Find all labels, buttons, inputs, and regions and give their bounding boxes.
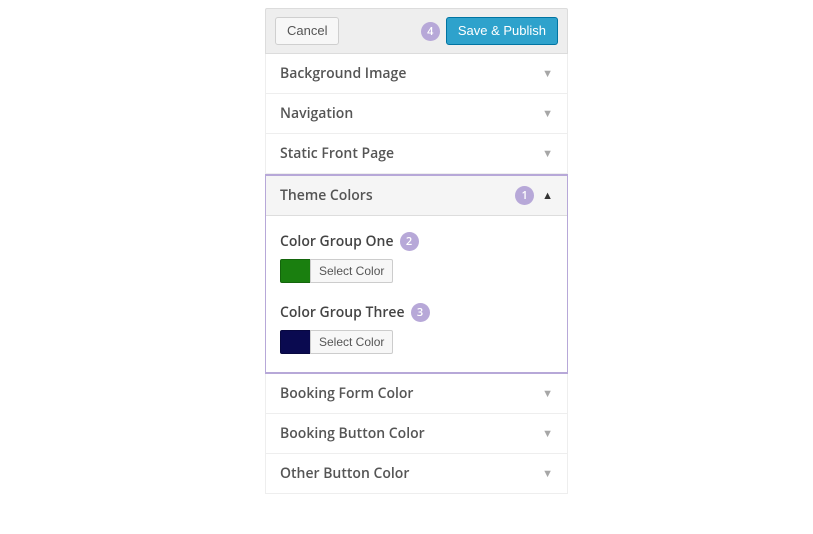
section-title: Background Image bbox=[280, 64, 406, 83]
header-bar: Cancel 4 Save & Publish bbox=[265, 8, 568, 54]
select-color-button[interactable]: Select Color bbox=[310, 330, 393, 354]
step-badge-4: 4 bbox=[421, 22, 440, 41]
section-title: Booking Form Color bbox=[280, 384, 413, 403]
color-swatch[interactable] bbox=[280, 259, 310, 283]
color-picker-row: Select Color bbox=[280, 259, 553, 283]
section-theme-colors[interactable]: Theme Colors 1 ▲ bbox=[266, 176, 567, 216]
chevron-down-icon: ▼ bbox=[542, 386, 553, 401]
section-other-button-color[interactable]: Other Button Color ▼ bbox=[266, 454, 567, 494]
select-color-button[interactable]: Select Color bbox=[310, 259, 393, 283]
section-title: Static Front Page bbox=[280, 144, 394, 163]
color-group-one: Color Group One 2 Select Color bbox=[280, 232, 553, 283]
step-badge-3: 3 bbox=[411, 303, 430, 322]
color-group-label-row: Color Group Three 3 bbox=[280, 303, 553, 322]
color-group-label: Color Group One bbox=[280, 232, 394, 251]
save-publish-button[interactable]: Save & Publish bbox=[446, 17, 558, 45]
section-theme-colors-highlight: Theme Colors 1 ▲ Color Group One 2 Selec… bbox=[265, 174, 568, 374]
section-title: Theme Colors bbox=[280, 186, 373, 205]
save-group: 4 Save & Publish bbox=[421, 17, 558, 45]
chevron-down-icon: ▼ bbox=[542, 106, 553, 121]
section-static-front-page[interactable]: Static Front Page ▼ bbox=[266, 134, 567, 174]
cancel-button[interactable]: Cancel bbox=[275, 17, 339, 45]
step-badge-2: 2 bbox=[400, 232, 419, 251]
chevron-up-icon: ▲ bbox=[542, 188, 553, 203]
chevron-down-icon: ▼ bbox=[542, 466, 553, 481]
color-group-three: Color Group Three 3 Select Color bbox=[280, 303, 553, 354]
theme-colors-body: Color Group One 2 Select Color Color Gro… bbox=[266, 216, 567, 372]
chevron-down-icon: ▼ bbox=[542, 66, 553, 81]
customizer-panel: Cancel 4 Save & Publish Background Image… bbox=[265, 8, 568, 526]
step-badge-1: 1 bbox=[515, 186, 534, 205]
section-booking-form-color[interactable]: Booking Form Color ▼ bbox=[266, 374, 567, 414]
color-picker-row: Select Color bbox=[280, 330, 553, 354]
color-group-label-row: Color Group One 2 bbox=[280, 232, 553, 251]
section-navigation[interactable]: Navigation ▼ bbox=[266, 94, 567, 134]
section-title: Navigation bbox=[280, 104, 353, 123]
section-title: Other Button Color bbox=[280, 464, 409, 483]
section-booking-button-color[interactable]: Booking Button Color ▼ bbox=[266, 414, 567, 454]
section-header-right: 1 ▲ bbox=[515, 186, 553, 205]
chevron-down-icon: ▼ bbox=[542, 426, 553, 441]
color-group-label: Color Group Three bbox=[280, 303, 405, 322]
color-swatch[interactable] bbox=[280, 330, 310, 354]
section-title: Booking Button Color bbox=[280, 424, 425, 443]
section-background-image[interactable]: Background Image ▼ bbox=[266, 54, 567, 94]
chevron-down-icon: ▼ bbox=[542, 146, 553, 161]
accordion: Background Image ▼ Navigation ▼ Static F… bbox=[265, 54, 568, 494]
